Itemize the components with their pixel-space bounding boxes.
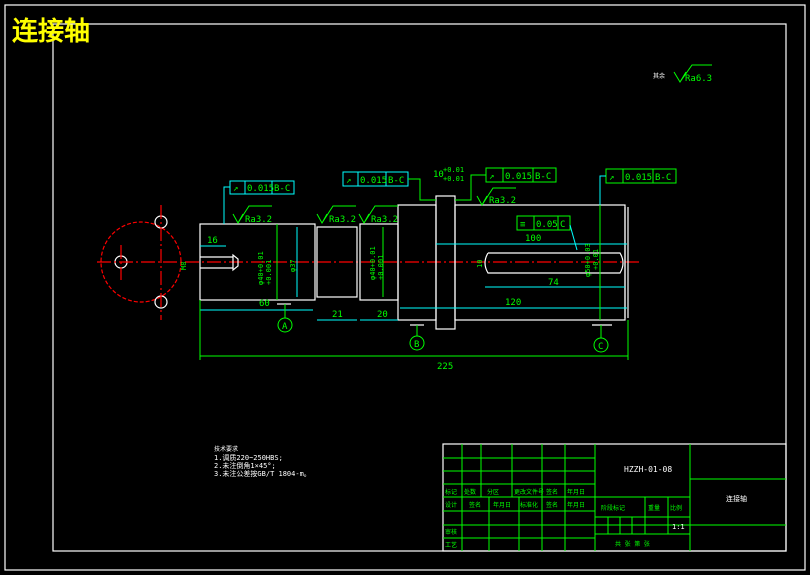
drawing-number: HZZH-01-08	[624, 465, 672, 474]
svg-text:120: 120	[505, 298, 521, 308]
svg-text:年月日: 年月日	[493, 501, 511, 509]
title-block: 标记 处数 分区 更改文件号 签名 年月日 设计 签名 年月日 标准化 签名 年…	[442, 443, 787, 552]
svg-text:重量: 重量	[648, 504, 660, 512]
svg-text:φ40+0.01: φ40+0.01	[369, 246, 377, 280]
svg-text:φ40+0.01: φ40+0.01	[257, 251, 265, 285]
svg-text:Ra3.2: Ra3.2	[371, 215, 398, 225]
svg-text:阶段标记: 阶段标记	[601, 504, 625, 512]
svg-text:B-C: B-C	[535, 172, 551, 182]
svg-text:标记: 标记	[445, 488, 457, 496]
svg-text:技术要求: 技术要求	[214, 445, 238, 453]
svg-text:+0.01: +0.01	[443, 166, 464, 174]
part-name: 连接轴	[726, 494, 747, 503]
tolerance-frame: ↗ 0.015 B-C	[599, 168, 677, 205]
svg-text:↗: ↗	[609, 173, 614, 183]
svg-text:1:1: 1:1	[672, 523, 685, 531]
svg-text:B-C: B-C	[388, 176, 404, 186]
svg-text:设计: 设计	[445, 501, 457, 509]
svg-text:处数: 处数	[464, 488, 476, 496]
svg-text:20: 20	[377, 310, 388, 320]
svg-text:↗: ↗	[233, 184, 238, 194]
svg-text:更改文件号: 更改文件号	[514, 488, 544, 496]
svg-text:Ra3.2: Ra3.2	[245, 215, 272, 225]
svg-text:共 张 第 张: 共 张 第 张	[615, 540, 650, 548]
svg-text:审核: 审核	[445, 528, 457, 536]
svg-text:≡: ≡	[520, 220, 526, 230]
svg-text:φ50+0.03: φ50+0.03	[584, 243, 592, 277]
svg-text:2.未注倒角1×45°;: 2.未注倒角1×45°;	[214, 461, 276, 470]
svg-text:0.015: 0.015	[247, 184, 274, 194]
svg-text:年月日: 年月日	[567, 501, 585, 509]
svg-text:签名: 签名	[546, 501, 558, 509]
svg-text:↗: ↗	[346, 176, 351, 186]
tolerance-frame: ↗ 0.015 B-C	[342, 171, 436, 201]
datum-a: A	[277, 303, 293, 333]
svg-text:签名: 签名	[469, 501, 481, 509]
svg-text:+0.01: +0.01	[443, 175, 464, 183]
svg-text:年月日: 年月日	[567, 488, 585, 496]
svg-text:签名: 签名	[546, 488, 558, 496]
svg-text:1.调质220~250HBS;: 1.调质220~250HBS;	[214, 453, 283, 462]
svg-text:+0.001: +0.001	[377, 255, 385, 280]
technical-notes: 技术要求 1.调质220~250HBS; 2.未注倒角1×45°; 3.未注公差…	[214, 445, 311, 478]
svg-text:B-C: B-C	[274, 184, 290, 194]
svg-text:B-C: B-C	[655, 173, 671, 183]
inner-frame	[52, 23, 787, 552]
svg-text:74: 74	[548, 278, 559, 288]
svg-text:工艺: 工艺	[445, 541, 457, 549]
dimension-texts: 16 60 21 20 225 100 74 120 10 +0.01 +0.0…	[180, 166, 600, 372]
svg-text:60: 60	[259, 299, 270, 309]
drawing-title: 连接轴	[12, 17, 90, 47]
svg-text:φ37: φ37	[289, 259, 297, 272]
svg-text:+0.001: +0.001	[265, 260, 273, 285]
svg-text:100: 100	[525, 234, 541, 244]
svg-text:B: B	[414, 340, 419, 350]
svg-text:比例: 比例	[670, 504, 682, 512]
svg-text:225: 225	[437, 362, 453, 372]
roughness-other-value: Ra6.3	[685, 74, 712, 84]
datum-c: C	[592, 324, 612, 353]
svg-text:0.015: 0.015	[625, 173, 652, 183]
svg-text:10: 10	[476, 260, 484, 268]
keyway-slot	[484, 252, 624, 274]
svg-text:+0.01: +0.01	[592, 249, 600, 270]
svg-text:↗: ↗	[489, 172, 494, 182]
svg-text:C: C	[560, 220, 565, 230]
svg-text:3.未注公差按GB/T 1804-m。: 3.未注公差按GB/T 1804-m。	[214, 469, 311, 478]
svg-text:Ra3.2: Ra3.2	[329, 215, 356, 225]
svg-text:标准化: 标准化	[520, 501, 538, 509]
svg-text:16: 16	[207, 236, 218, 246]
svg-text:A: A	[282, 322, 288, 332]
datum-b: B	[409, 324, 425, 351]
svg-text:0.015: 0.015	[505, 172, 532, 182]
svg-text:分区: 分区	[487, 488, 499, 496]
tolerance-frame: ≡ 0.05 C	[516, 215, 578, 251]
svg-text:0.015: 0.015	[360, 176, 387, 186]
outer-border	[4, 4, 806, 571]
svg-text:0.05: 0.05	[536, 220, 558, 230]
svg-text:21: 21	[332, 310, 343, 320]
svg-text:C: C	[598, 342, 603, 352]
cad-drawing: 连接轴 其余 Ra6.3 16 60 21 20 225 100 74 120 …	[4, 4, 806, 571]
svg-text:M8: M8	[180, 262, 188, 270]
roughness-other-label: 其余	[653, 72, 665, 80]
svg-text:Ra3.2: Ra3.2	[489, 196, 516, 206]
